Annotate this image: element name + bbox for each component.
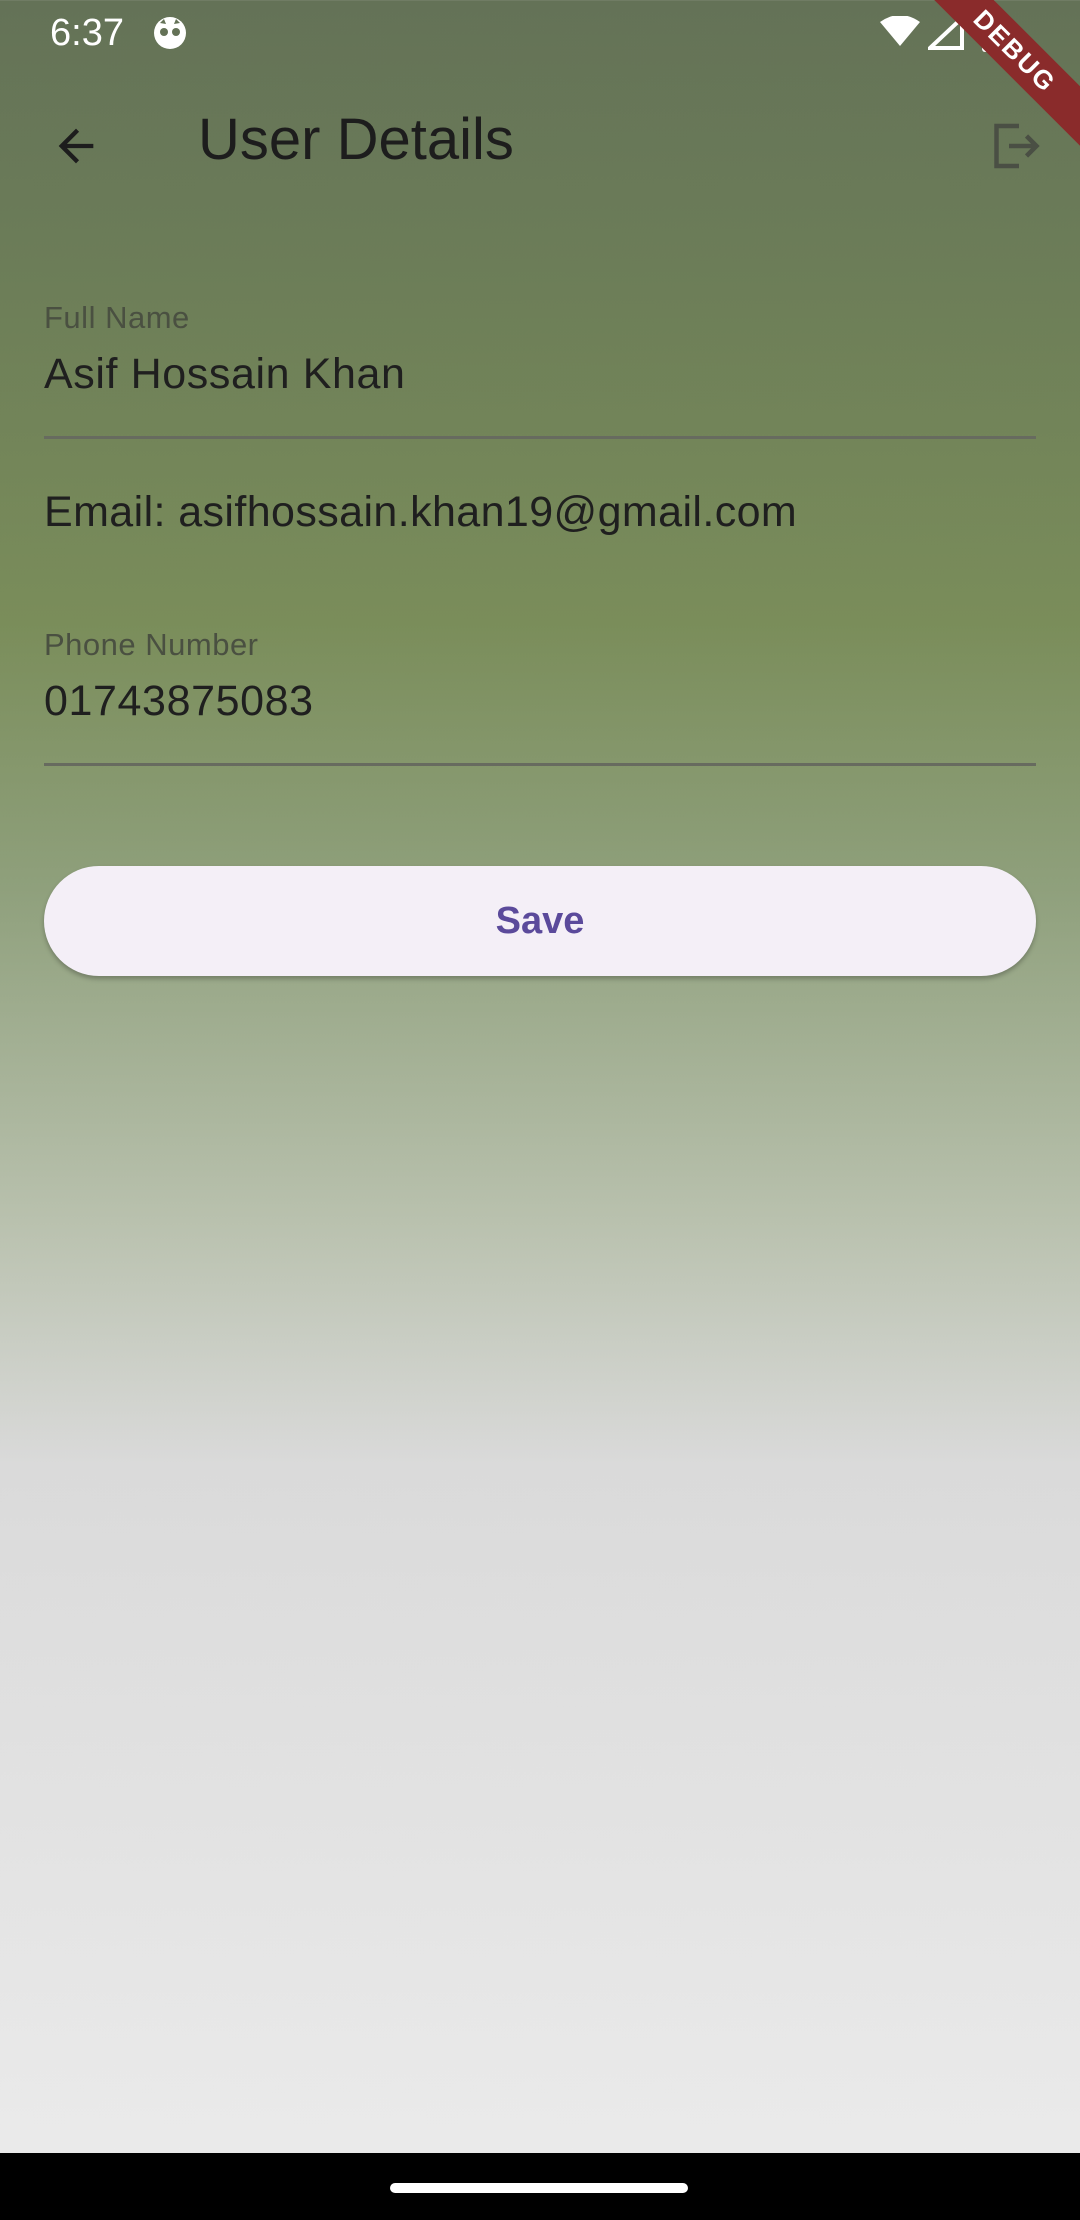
app-bar: User Details [0, 66, 1080, 218]
app-notification-icon [152, 15, 188, 51]
home-gesture-handle[interactable] [390, 2183, 688, 2193]
arrow-back-icon [58, 128, 94, 164]
page-title: User Details [198, 107, 514, 172]
email-text: Email: asifhossain.khan19@gmail.com [44, 488, 798, 536]
status-time: 6:37 [50, 12, 124, 54]
back-button[interactable] [40, 110, 112, 182]
full-name-input[interactable]: Asif Hossain Khan [44, 350, 1036, 399]
phone-number-field[interactable]: Phone Number 01743875083 [44, 627, 1036, 769]
navigation-bar [0, 2153, 1080, 2220]
full-name-underline [44, 436, 1036, 439]
save-button[interactable]: Save [44, 866, 1036, 976]
full-name-field[interactable]: Full Name Asif Hossain Khan [44, 300, 1036, 442]
status-bar: 6:37 [0, 0, 1080, 66]
logout-button[interactable] [978, 110, 1050, 182]
wifi-icon [880, 15, 920, 53]
logout-icon [994, 123, 1040, 169]
phone-number-input[interactable]: 01743875083 [44, 677, 1036, 726]
full-name-label: Full Name [44, 300, 190, 335]
phone-number-label: Phone Number [44, 627, 259, 662]
phone-number-underline [44, 763, 1036, 766]
